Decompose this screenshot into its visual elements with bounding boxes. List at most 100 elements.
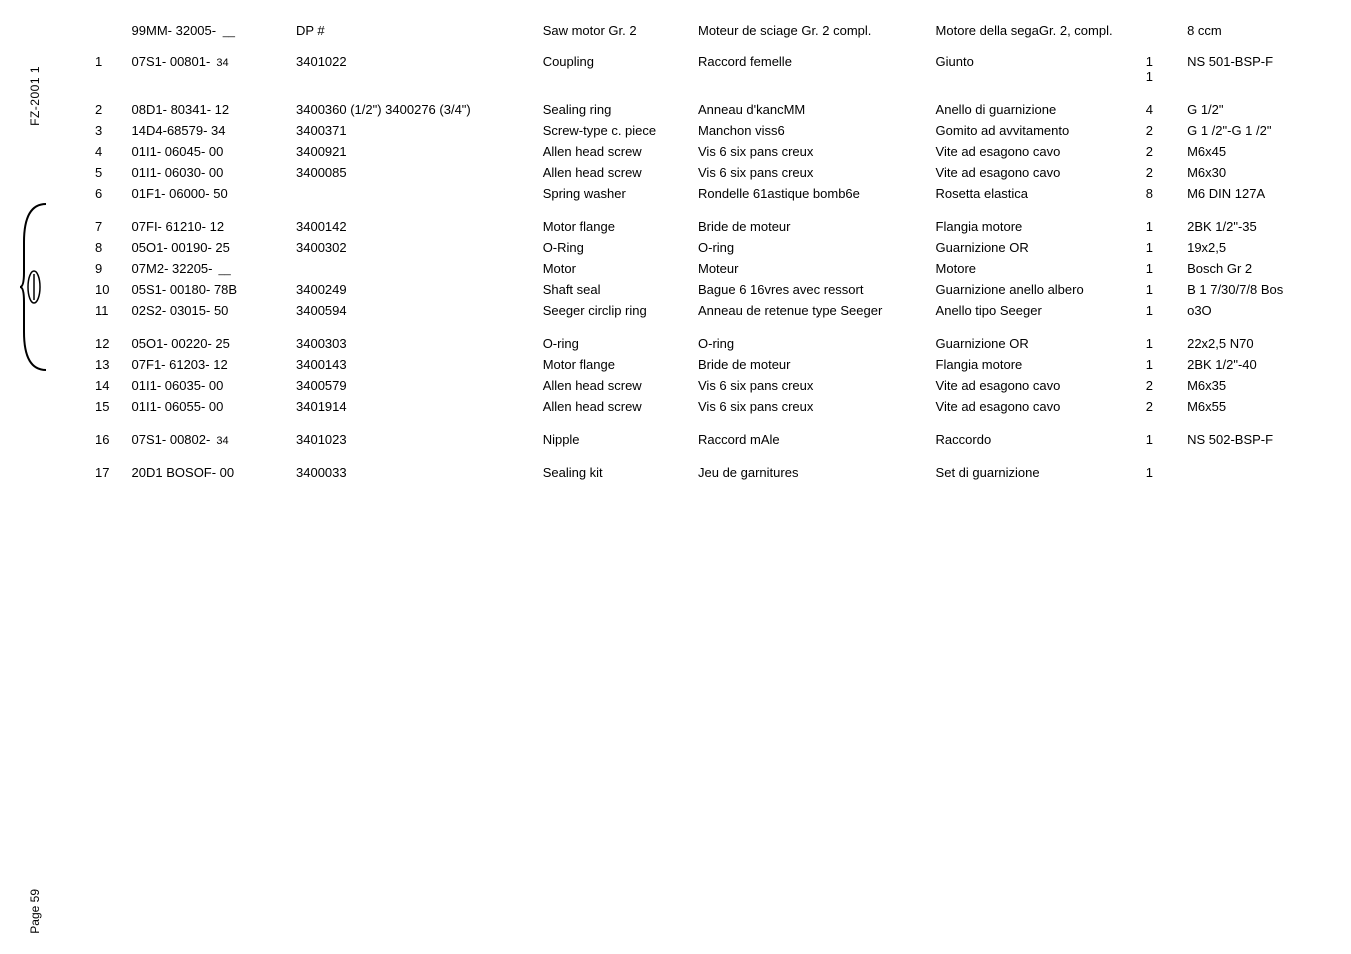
- desc-en: Motor: [543, 261, 698, 276]
- row-index: 16: [95, 432, 132, 447]
- desc-fr: Moteur: [698, 261, 936, 276]
- table-row: 401I1- 06045- 003400921Allen head screwV…: [95, 141, 1315, 162]
- row-index: 5: [95, 165, 132, 180]
- dp-number: 3400143: [296, 357, 543, 372]
- desc-fr: Jeu de garnitures: [698, 465, 936, 480]
- desc-en: Motor flange: [543, 357, 698, 372]
- desc-it: Guarnizione OR: [936, 336, 1146, 351]
- desc-it: Vite ad esagono cavo: [936, 165, 1146, 180]
- row-index: 7: [95, 219, 132, 234]
- table-row: 1205O1- 00220- 253400303O-ringO-ringGuar…: [95, 333, 1315, 354]
- spec: NS 501-BSP-F: [1173, 54, 1315, 69]
- page: FZ-2001 1 99MM- 32005- __ DP # Saw motor…: [0, 0, 1351, 954]
- desc-it: Raccordo: [936, 432, 1146, 447]
- dp-number: 3400371: [296, 123, 543, 138]
- row-index: 15: [95, 399, 132, 414]
- row-index: 13: [95, 357, 132, 372]
- qty: 1: [1146, 357, 1173, 372]
- desc-en: Nipple: [543, 432, 698, 447]
- spec: NS 502-BSP-F: [1173, 432, 1315, 447]
- desc-it: Vite ad esagono cavo: [936, 378, 1146, 393]
- qty: 2: [1146, 123, 1173, 138]
- table-row: 1720D1 BOSOF- 003400033Sealing kitJeu de…: [95, 462, 1315, 483]
- qty: 11: [1146, 54, 1173, 84]
- desc-en: Sealing kit: [543, 465, 698, 480]
- qty: 2: [1146, 165, 1173, 180]
- dp-number: 3400579: [296, 378, 543, 393]
- header-en: Saw motor Gr. 2: [543, 23, 698, 38]
- header-fr: Moteur de sciage Gr. 2 compl.: [698, 23, 936, 38]
- qty: 1: [1146, 240, 1173, 255]
- qty: 1: [1146, 465, 1173, 480]
- table-header: 99MM- 32005- __ DP # Saw motor Gr. 2 Mot…: [95, 20, 1315, 41]
- part-number: 07F1- 61203- 12: [132, 357, 296, 372]
- dp-number: 3400249: [296, 282, 543, 297]
- part-number: 01I1- 06030- 00: [132, 165, 296, 180]
- dp-number: 3400360 (1/2") 3400276 (3/4"): [296, 102, 543, 117]
- row-index: 4: [95, 144, 132, 159]
- header-part: 99MM- 32005- __: [132, 23, 296, 38]
- spec: M6x30: [1173, 165, 1315, 180]
- desc-fr: Bague 6 16vres avec ressort: [698, 282, 936, 297]
- dp-number: 3400302: [296, 240, 543, 255]
- table-row: 1501I1- 06055- 003401914Allen head screw…: [95, 396, 1315, 417]
- spec: B 1 7/30/7/8 Bos: [1173, 282, 1315, 297]
- dp-number: 3400303: [296, 336, 543, 351]
- spec: M6x55: [1173, 399, 1315, 414]
- part-number: 01I1- 06035- 00: [132, 378, 296, 393]
- row-index: 11: [95, 303, 132, 318]
- desc-en: Motor flange: [543, 219, 698, 234]
- qty: 2: [1146, 378, 1173, 393]
- header-dp: DP #: [296, 23, 543, 38]
- row-index: 6: [95, 186, 132, 201]
- table-row: 707FI- 61210- 123400142Motor flangeBride…: [95, 216, 1315, 237]
- desc-en: O-ring: [543, 336, 698, 351]
- part-number: 01I1- 06045- 00: [132, 144, 296, 159]
- desc-it: Gomito ad avvitamento: [936, 123, 1146, 138]
- table-row: 107S1- 00801- 343401022CouplingRaccord f…: [95, 51, 1315, 87]
- desc-en: Allen head screw: [543, 378, 698, 393]
- table-row: 1102S2- 03015- 503400594 Seeger circlip …: [95, 300, 1315, 321]
- desc-en: O-Ring: [543, 240, 698, 255]
- row-index: 3: [95, 123, 132, 138]
- part-number: 05S1- 00180- 78B: [132, 282, 296, 297]
- desc-en: Shaft seal: [543, 282, 698, 297]
- qty: 1: [1146, 261, 1173, 276]
- desc-fr: Vis 6 six pans creux: [698, 165, 936, 180]
- qty: 8: [1146, 186, 1173, 201]
- desc-it: Giunto: [936, 54, 1146, 69]
- spec: 2BK 1/2"-40: [1173, 357, 1315, 372]
- part-number: 05O1- 00190- 25: [132, 240, 296, 255]
- table-row: 1401I1- 06035- 003400579Allen head screw…: [95, 375, 1315, 396]
- desc-fr: O-ring: [698, 240, 936, 255]
- desc-en: Seeger circlip ring: [543, 303, 698, 318]
- dp-number: 3400085: [296, 165, 543, 180]
- desc-it: Set di guarnizione: [936, 465, 1146, 480]
- qty: 2: [1146, 399, 1173, 414]
- row-index: 10: [95, 282, 132, 297]
- table-row: 208D1- 80341- 123400360 (1/2") 3400276 (…: [95, 99, 1315, 120]
- qty: 1: [1146, 336, 1173, 351]
- header-spec: 8 ccm: [1173, 23, 1315, 38]
- table-row: 805O1- 00190- 253400302O-RingO-ringGuarn…: [95, 237, 1315, 258]
- dp-number: 3401022: [296, 54, 543, 69]
- spec: 2BK 1/2"-35: [1173, 219, 1315, 234]
- spec: M6 DIN 127A: [1173, 186, 1315, 201]
- desc-fr: Raccord femelle: [698, 54, 936, 69]
- parts-table: 99MM- 32005- __ DP # Saw motor Gr. 2 Mot…: [95, 20, 1315, 483]
- desc-it: Flangia motore: [936, 219, 1146, 234]
- header-it: Motore della segaGr. 2, compl.: [936, 23, 1146, 38]
- desc-fr: Vis 6 six pans creux: [698, 399, 936, 414]
- spec: G 1/2": [1173, 102, 1315, 117]
- part-number: 01I1- 06055- 00: [132, 399, 296, 414]
- part-number: 07S1- 00801- 34: [132, 54, 296, 69]
- row-index: 1: [95, 54, 132, 69]
- row-index: 17: [95, 465, 132, 480]
- desc-fr: O-ring: [698, 336, 936, 351]
- table-row: 601F1- 06000- 50Spring washerRondelle 61…: [95, 183, 1315, 204]
- qty: 1: [1146, 432, 1173, 447]
- page-footer: Page 59: [28, 889, 42, 934]
- desc-it: Anello tipo Seeger: [936, 303, 1146, 318]
- table-row: 1307F1- 61203- 123400143Motor flangeBrid…: [95, 354, 1315, 375]
- qty: 1: [1146, 303, 1173, 318]
